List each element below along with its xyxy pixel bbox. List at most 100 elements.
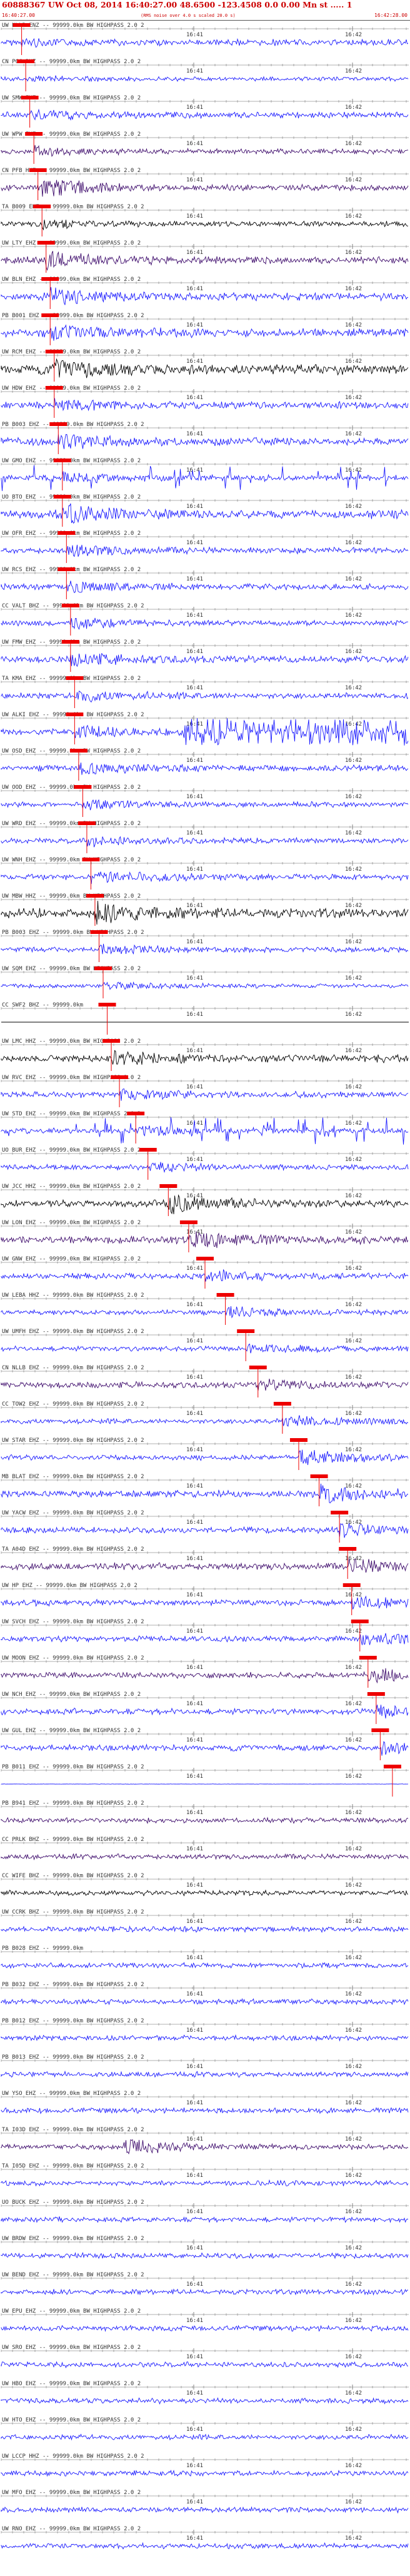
tick-label: 16:42 — [345, 794, 362, 800]
trace-label: UW MOON EHZ -- 99999.0km BW HIGHPASS 2.0… — [2, 1655, 144, 1661]
trace-label: UW STAR EHZ -- 99999.0km BW HIGHPASS 2.0… — [2, 1438, 144, 1444]
tick-label: 16:42 — [345, 721, 362, 728]
tick-label: 16:41 — [186, 1012, 203, 1018]
tick-label: 16:41 — [186, 2426, 203, 2433]
tick-label: 16:42 — [345, 2281, 362, 2288]
tick-label: 16:42 — [345, 1846, 362, 1852]
tick-label: 16:42 — [345, 1955, 362, 1961]
trace-label: UW GUL EHZ -- 99999.0km BW HIGHPASS 2.0 … — [2, 1728, 141, 1734]
waveform — [1, 1998, 409, 2006]
tick-label: 16:41 — [186, 322, 203, 328]
tick-label: 16:42 — [345, 2499, 362, 2505]
tick-label: 16:42 — [345, 1411, 362, 1417]
tick-label: 16:42 — [345, 1773, 362, 1780]
tick-label: 16:42 — [345, 903, 362, 909]
tick-label: 16:41 — [186, 975, 203, 981]
tick-label: 16:41 — [186, 2209, 203, 2215]
tick-label: 16:42 — [345, 2209, 362, 2215]
trace-label: CC TOW2 EHZ -- 99999.0km BW HIGHPASS 2.0… — [2, 1401, 144, 1407]
trace-label: UW HP EHZ -- 99999.0km BW HIGHPASS 2.0 2 — [2, 1583, 138, 1589]
waveform — [1, 1415, 409, 1427]
trace-label: PB B028 EHZ -- 99999.0km — [2, 1945, 83, 1952]
tick-label: 16:42 — [345, 213, 362, 220]
waveform — [1, 544, 409, 557]
tick-label: 16:41 — [186, 1810, 203, 1816]
tick-label: 16:42 — [345, 1991, 362, 1997]
tick-label: 16:42 — [345, 2136, 362, 2142]
tick-label: 16:42 — [345, 2318, 362, 2324]
trace-label: UW SVCH EHZ -- 99999.0km BW HIGHPASS 2.0… — [2, 1619, 144, 1625]
tick-label: 16:42 — [345, 504, 362, 510]
tick-label: 16:42 — [345, 1519, 362, 1526]
tick-label: 16:42 — [345, 1919, 362, 1925]
tick-label: 16:42 — [345, 758, 362, 764]
trace-label: UW UMFH EHZ -- 99999.0km BW HIGHPASS 2.0… — [2, 1329, 144, 1335]
tick-label: 16:41 — [186, 1991, 203, 1997]
tick-label: 16:41 — [186, 1701, 203, 1707]
trace-label: TA I05D EHZ -- 99999.0km BW HIGHPASS 2.0… — [2, 2163, 144, 2169]
trace-label: UW HDW EHZ -- 99999.0km BW HIGHPASS 2.0 … — [2, 385, 141, 392]
tick-label: 16:42 — [345, 1628, 362, 1635]
trace-label: UW WRD EHZ -- 99999.0km BW HIGHPASS 2.0 … — [2, 821, 141, 827]
trace-label: TA I03D EHZ -- 99999.0km BW HIGHPASS 2.0… — [2, 2127, 144, 2133]
tick-label: 16:41 — [186, 104, 203, 111]
tick-label: 16:41 — [186, 1084, 203, 1090]
trace-label: UW YSO EHZ -- 99999.0km BW HIGHPASS 2.0 … — [2, 2091, 141, 2097]
tick-label: 16:42 — [345, 1338, 362, 1344]
waveform — [1, 2469, 409, 2477]
tick-label: 16:42 — [345, 685, 362, 691]
tick-label: 16:41 — [186, 32, 203, 38]
tick-label: 16:42 — [345, 177, 362, 183]
tick-label: 16:41 — [186, 2027, 203, 2034]
waveform — [1, 2107, 409, 2114]
trace-label: TA A04D EHZ -- 99999.0km BW HIGHPASS 2.0… — [2, 1546, 144, 1553]
trace-label: UW HBO EHZ -- 99999.0km BW HIGHPASS 2.0 … — [2, 2381, 141, 2387]
tick-label: 16:41 — [186, 1302, 203, 1308]
trace-label: UW RCM EHZ -- 99999.0km BW HIGHPASS 2.0 … — [2, 349, 141, 355]
waveform — [1, 1741, 409, 1756]
trace-label: PB B003 EHZ -- 99999.0km BW HIGHPASS 2.0… — [2, 422, 144, 428]
trace-label: MB BLAT EHZ -- 99999.0km BW HIGHPASS 2.0… — [2, 1474, 144, 1480]
trace-label: PB B001 EHZ -- 99999.0km BW HIGHPASS 2.0… — [2, 313, 144, 319]
waveform — [1, 690, 409, 703]
waveform — [1, 38, 409, 48]
trace-label: UW RNO EHZ -- 99999.0km BW HIGHPASS 2.0 … — [2, 2526, 141, 2532]
trace-label: UW LTY EHZ -- 99999.0km BW HIGHPASS 2.0 … — [2, 240, 141, 246]
trace-label: UW WNH EHZ -- 99999.0km BW HIGHPASS 2.0 … — [2, 857, 141, 863]
trace-label: UW BRDW EHZ -- 99999.0km BW HIGHPASS 2.0… — [2, 2236, 144, 2242]
tick-label: 16:41 — [186, 612, 203, 619]
tick-label: 16:41 — [186, 1665, 203, 1671]
trace-label: CC WIFE BHZ -- 99999.0km BW HIGHPASS 2.0… — [2, 1873, 144, 1879]
tick-label: 16:42 — [345, 358, 362, 365]
waveform — [1, 2251, 409, 2259]
tick-label: 16:41 — [186, 1157, 203, 1163]
waveform — [1, 581, 409, 594]
trace-label: UW WPW EHZ -- 99999.0km BW HIGHPASS 2.0 … — [2, 131, 141, 138]
trace-label: UW GNW EHZ -- 99999.0km BW HIGHPASS 2.0 … — [2, 1256, 141, 1262]
waveform — [1, 617, 409, 630]
tick-label: 16:41 — [186, 2463, 203, 2469]
waveform — [1, 1783, 409, 1785]
trace-label: UW LCCP HHZ -- 99999.0km BW HIGHPASS 2.0… — [2, 2453, 144, 2460]
trace-label: UW SQM EHZ -- 99999.0km BW HIGHPASS 2.0 … — [2, 966, 141, 972]
tick-label: 16:41 — [186, 2245, 203, 2251]
tick-label: 16:41 — [186, 939, 203, 945]
tick-label: 16:42 — [345, 2173, 362, 2179]
tick-label: 16:42 — [345, 1012, 362, 1018]
tick-label: 16:41 — [186, 2390, 203, 2396]
trace-label: UW GMO EHZ -- 99999.0km BW HIGHPASS 2.0 … — [2, 458, 141, 464]
tick-label: 16:42 — [345, 1447, 362, 1453]
trace-label: UW SRO EHZ -- 99999.0km BW HIGHPASS 2.0 … — [2, 2345, 141, 2351]
trace-label: UW OOD EHZ -- 99999.0km BW HIGHPASS 2.0 … — [2, 784, 141, 791]
trace-label: PB B013 EHZ -- 99999.0km BW HIGHPASS 2.0… — [2, 2054, 144, 2061]
tick-label: 16:41 — [186, 504, 203, 510]
tick-label: 16:42 — [345, 612, 362, 619]
waveform — [1, 653, 409, 667]
trace-label: UW BLN EHZ -- 99999.0km BW HIGHPASS 2.0 … — [2, 276, 141, 283]
trace-label: UW HTO EHZ -- 99999.0km BW HIGHPASS 2.0 … — [2, 2417, 141, 2423]
tick-label: 16:41 — [186, 2535, 203, 2542]
tick-label: 16:42 — [345, 286, 362, 292]
tick-label: 16:42 — [345, 1665, 362, 1671]
waveform — [1, 2034, 409, 2042]
waveform — [1, 2288, 409, 2296]
